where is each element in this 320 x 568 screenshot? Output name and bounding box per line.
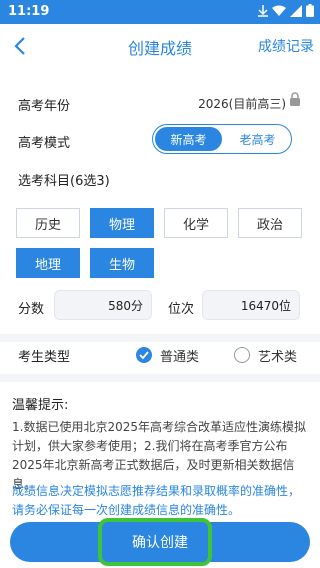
type-art-label[interactable]: 艺术类: [258, 346, 297, 365]
download-icon: [258, 4, 268, 17]
subject-geography[interactable]: 地理: [16, 248, 80, 278]
subject-chemistry[interactable]: 化学: [164, 208, 228, 238]
status-time: 11:19: [8, 4, 50, 19]
subject-politics[interactable]: 政治: [238, 208, 302, 238]
type-label: 考生类型: [18, 350, 71, 365]
subject-history[interactable]: 历史: [16, 208, 80, 238]
accuracy-warning: 成绩信息决定模拟志愿推荐结果和录取概率的准确性，请务必保证每一次创建成绩信息的准…: [12, 484, 301, 517]
rank-label: 位次: [168, 302, 195, 317]
signal-icon: [290, 4, 302, 17]
rank-input[interactable]: 16470位: [202, 290, 300, 320]
radio-art[interactable]: [234, 347, 250, 363]
subjects-label: 选考科目(6选3): [18, 174, 110, 189]
divider: [0, 374, 320, 382]
form-content: 高考年份 2026(目前高三) 高考模式 新高考 老高考 选考科目(6选3) 历…: [0, 68, 320, 568]
mode-toggle: 新高考 老高考: [152, 124, 292, 154]
year-value: 2026(目前高三): [198, 97, 286, 111]
battery-icon: [306, 4, 314, 17]
highlight-frame: [98, 518, 212, 566]
score-input[interactable]: 580分: [54, 290, 152, 320]
wifi-icon: [272, 5, 286, 16]
check-icon: [139, 351, 149, 360]
app-header: 创建成绩 成绩记录: [0, 24, 320, 68]
score-label: 分数: [18, 302, 45, 317]
mode-old-option[interactable]: 老高考: [224, 125, 291, 153]
subject-physics[interactable]: 物理: [90, 208, 154, 238]
subject-biology[interactable]: 生物: [90, 248, 154, 278]
mode-label: 高考模式: [18, 136, 71, 151]
score-record-link[interactable]: 成绩记录: [258, 36, 314, 56]
status-bar: 11:19: [0, 0, 320, 24]
mode-new-option[interactable]: 新高考: [155, 127, 222, 151]
lock-icon: [290, 92, 300, 106]
year-label: 高考年份: [18, 99, 71, 114]
status-icons: [258, 4, 314, 17]
divider: [0, 334, 320, 342]
scrolled-row: [18, 68, 298, 76]
type-regular-label[interactable]: 普通类: [160, 346, 199, 365]
radio-regular[interactable]: [136, 347, 152, 363]
tips-title: 温馨提示:: [12, 398, 69, 413]
